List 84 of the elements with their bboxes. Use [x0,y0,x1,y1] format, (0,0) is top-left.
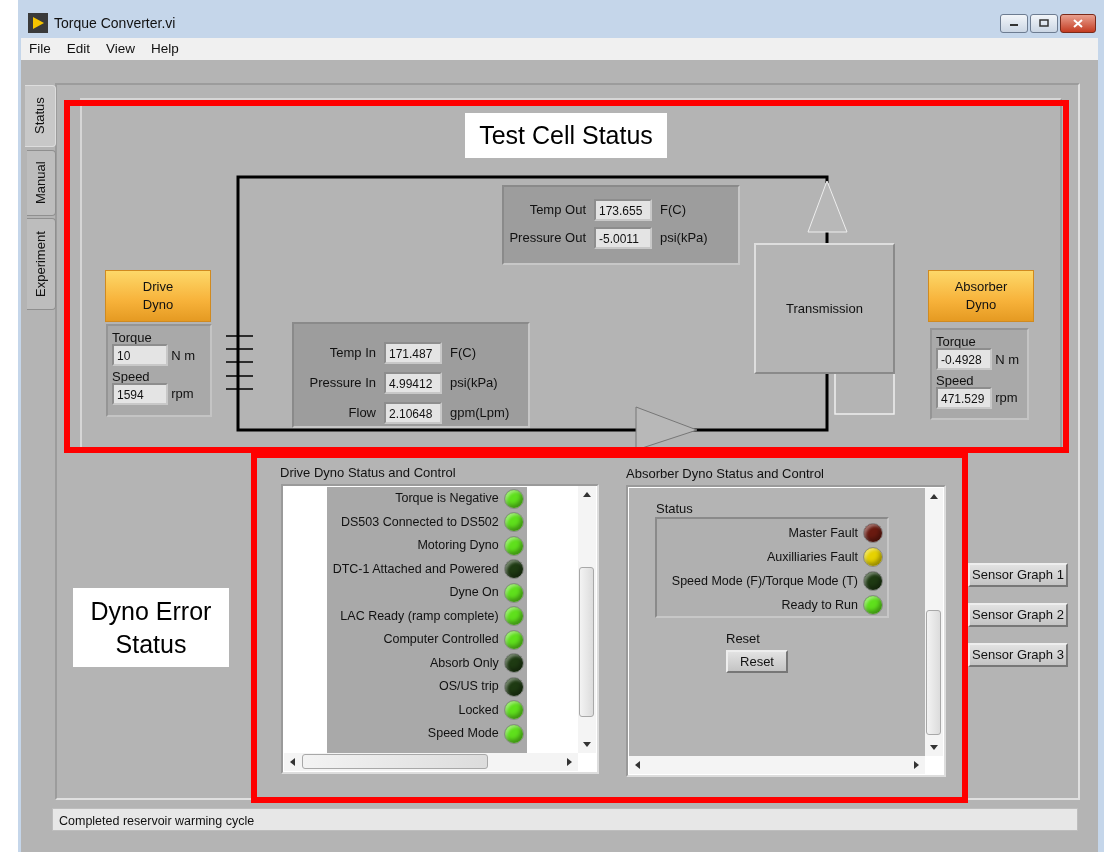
sensor-label: Pressure Out [508,229,586,248]
unit-label: F(C) [660,201,687,220]
indicator-label: OS/US trip [439,678,499,696]
menu-item[interactable]: View [98,38,144,60]
close-icon [1073,18,1083,28]
sensor-field: 171.487 [384,342,442,364]
tab[interactable]: Status [25,85,56,147]
indicator-label: Speed Mode [427,725,499,743]
readout-label: Torque [112,331,153,345]
section-title: Absorber Dyno Status and Control [626,465,825,482]
sensor-label: Temp Out [528,201,586,220]
tab[interactable]: Experiment [27,218,56,310]
reset-button[interactable]: Reset [726,650,788,673]
scrollbar-thumb[interactable] [302,754,488,769]
scroll-down-icon [930,745,938,750]
indicator-label: Master Fault [788,524,858,542]
menu-item[interactable]: Help [143,38,187,60]
indicator-label: Auxilliaries Fault [767,548,858,566]
menu-item[interactable]: File [21,38,59,60]
indicator-label: DTC-1 Attached and Powered [332,560,499,578]
indicator-label: Motoring Dyno [417,537,499,555]
status-bar: Completed reservoir warming cycle [52,808,1078,831]
indicator-label: Speed Mode (F)/Torque Mode (T) [671,572,858,590]
scroll-right-icon [914,761,919,769]
flow-arrow-icon [807,180,848,233]
indicator-label: Torque is Negative [395,490,499,508]
section-title: Drive Dyno Status and Control [280,464,457,481]
indicator-label: Dyne On [449,584,499,602]
sensor-graph-button[interactable]: Sensor Graph 3 [968,643,1068,667]
bracket-drawing [834,372,895,415]
tab[interactable]: Manual [27,150,56,216]
unit-label: N m [995,350,1020,369]
indicator-label: Locked [458,701,499,719]
scrollbar-thumb[interactable] [579,567,594,717]
unit-label: rpm [171,384,194,403]
unit-label: psi(kPa) [450,374,499,393]
control-label: Reset [726,630,761,647]
dyno-button[interactable]: Absorber Dyno [928,270,1034,322]
unit-label: N m [171,346,196,365]
scroll-right-icon [567,758,572,766]
sensor-label: Flow [347,404,376,423]
readout-label: Torque [936,335,977,349]
unit-label: psi(kPa) [660,229,709,248]
readout-label: Speed [112,369,151,383]
scrollbar-thumb[interactable] [926,610,941,735]
sensor-graph-button[interactable]: Sensor Graph 1 [968,563,1068,587]
unit-label: gpm(Lpm) [450,404,511,423]
unit-label: F(C) [450,344,477,363]
readout-field: 471.529 [936,386,992,409]
transmission-block: Transmission [754,243,895,374]
readout-field: 10 [112,344,168,367]
indicator-label: LAC Ready (ramp complete) [340,607,499,625]
callout-label: Test Cell Status [465,113,667,158]
minimize-button[interactable] [1000,13,1028,33]
scroll-up-icon [930,494,938,499]
sensor-field: 173.655 [594,199,652,221]
indicator-label: Computer Controlled [383,631,499,649]
sensor-field: -5.0011 [594,227,652,249]
indicator-label: Ready to Run [781,596,858,614]
window-title: Torque Converter.vi [54,13,176,33]
callout-label: Dyno Error Status [73,588,229,667]
sensor-field: 2.10648 [384,402,442,424]
maximize-button[interactable] [1030,13,1058,33]
app-icon [28,13,48,33]
readout-label: Speed [936,373,975,387]
scroll-up-icon [583,492,591,497]
scroll-left-icon [290,758,295,766]
indicator-label: DS503 Connected to DS502 [341,513,499,531]
dyno-button[interactable]: Drive Dyno [105,270,211,322]
scroll-left-icon [635,761,640,769]
unit-label: rpm [995,388,1018,407]
menu-item[interactable]: Edit [58,38,99,60]
close-button[interactable] [1060,13,1096,33]
sensor-graph-button[interactable]: Sensor Graph 2 [968,603,1068,627]
tick-marks-drawing [225,335,254,390]
sensor-label: Temp In [328,344,376,363]
sensor-field: 4.99412 [384,372,442,394]
indicator-label: Absorb Only [429,654,499,672]
sensor-label: Pressure In [308,374,376,393]
scroll-down-icon [583,742,591,747]
maximize-icon [1039,19,1049,27]
readout-field: -0.4928 [936,348,992,371]
readout-field: 1594 [112,382,168,405]
group-label: Status [656,500,694,517]
